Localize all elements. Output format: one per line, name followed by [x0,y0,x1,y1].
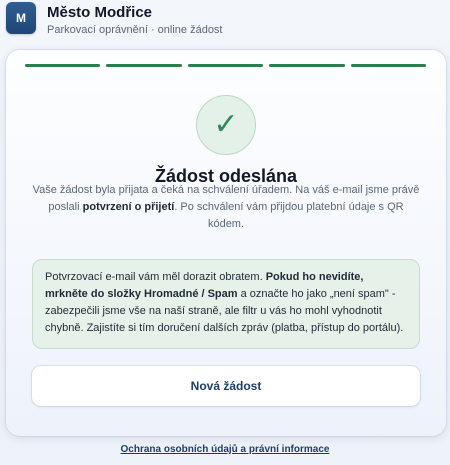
progress-steps [25,64,427,67]
privacy-legal-link[interactable]: Ochrana osobních údajů a právní informac… [0,444,450,455]
progress-step-3 [187,64,264,67]
notice-part1: Potvrzovací e-mail vám měl dorazit obrat… [45,271,266,283]
confirmation-card: ✓ Žádost odeslána Vaše žádost byla přija… [6,50,446,436]
app-title: Město Modřice [47,4,153,21]
success-desc-part2: . Po schválení vám přijdou platební údaj… [174,201,404,230]
success-description: Vaše žádost byla přijata a čeká na schvá… [30,182,422,233]
progress-step-1 [25,64,101,67]
city-logo: M [6,2,36,34]
success-desc-bold: potvrzení o přijetí [82,201,175,213]
progress-step-2 [106,64,182,67]
check-glyph: ✓ [213,108,239,141]
app-header: M Město Modřice Parkovací oprávnění · on… [0,0,450,40]
new-request-button[interactable]: Nová žádost [32,366,420,406]
spam-notice: Potvrzovací e-mail vám měl dorazit obrat… [32,259,420,349]
success-check-icon: ✓ [196,95,256,155]
brand: Město Modřice Parkovací oprávnění · onli… [47,4,223,37]
progress-step-4 [269,64,345,67]
progress-step-5 [350,64,427,67]
app-subtitle: Parkovací oprávnění · online žádost [47,24,223,36]
